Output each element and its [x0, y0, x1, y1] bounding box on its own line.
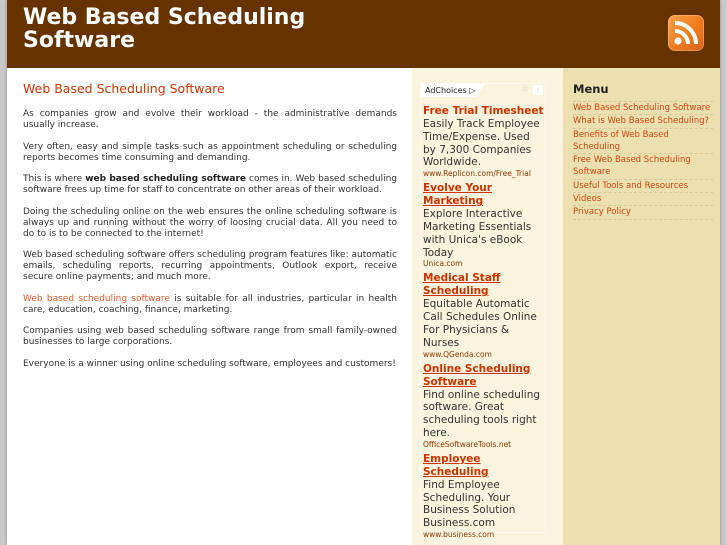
menu-link-videos[interactable]: Videos: [573, 194, 601, 204]
paragraph: Doing the scheduling online on the web e…: [23, 206, 397, 239]
header: Web Based Scheduling Software: [7, 0, 720, 68]
paragraph: Companies using web based scheduling sof…: [23, 326, 397, 347]
adchoices-icon: ▷: [469, 86, 476, 95]
ad-url-link[interactable]: www.business.com: [423, 530, 545, 540]
ad-description: Find Employee Scheduling. Your Business …: [423, 478, 516, 530]
text: This is where: [23, 174, 86, 184]
menu-title: Menu: [573, 82, 609, 96]
ad-settings-icon: ✻: [521, 85, 529, 95]
ad-column: AdChoices ▷ ✻ › Free Trial Timesheet Eas…: [412, 68, 563, 545]
ad-title-link[interactable]: Medical Staff Scheduling: [423, 272, 545, 298]
menu-item: What is Web Based Scheduling?: [573, 114, 713, 127]
sidebar: Menu Web Based Scheduling Software What …: [563, 68, 720, 545]
page-heading: Web Based Scheduling Software: [23, 81, 225, 96]
ad-description: Find online scheduling software. Great s…: [423, 388, 541, 439]
paragraph: This is where web based scheduling softw…: [23, 174, 397, 196]
paragraph: Everyone is a winner using online schedu…: [23, 358, 396, 369]
sidebar-menu: Web Based Scheduling Software What is We…: [573, 101, 713, 220]
ad-description: Equitable Automatic Call Schedules Onlin…: [423, 298, 537, 349]
bold-keyword: web based scheduling software: [85, 174, 247, 184]
adchoices-label: AdChoices: [425, 86, 467, 95]
ad-item: Medical Staff Scheduling Equitable Autom…: [423, 272, 545, 359]
menu-link-what-is-web-based-scheduling[interactable]: What is Web Based Scheduling?: [573, 116, 709, 126]
menu-item: Free Web Based Scheduling Software: [573, 153, 713, 179]
ad-box: AdChoices ▷ ✻ › Free Trial Timesheet Eas…: [420, 83, 546, 539]
menu-link-useful-tools[interactable]: Useful Tools and Resources: [573, 181, 688, 191]
menu-item: Benefits of Web Based Scheduling: [573, 127, 713, 154]
ad-title-link[interactable]: Evolve Your Marketing: [423, 182, 545, 208]
ad-title-link[interactable]: Employee Scheduling: [423, 453, 545, 479]
ad-url-link[interactable]: OfficeSoftwareTools.net: [423, 440, 545, 450]
ad-description: Explore Interactive Marketing Essentials…: [423, 208, 532, 259]
site-title[interactable]: Web Based Scheduling Software: [23, 6, 383, 52]
ad-list: Free Trial Timesheet Easily Track Employ…: [423, 105, 545, 543]
menu-link-privacy-policy[interactable]: Privacy Policy: [573, 207, 631, 217]
ad-close-icon[interactable]: ›: [533, 85, 543, 95]
paragraph: Web based scheduling software is suitabl…: [23, 294, 397, 316]
menu-item: Videos: [573, 192, 713, 205]
menu-item: Useful Tools and Resources: [573, 178, 713, 192]
adchoices-button[interactable]: AdChoices ▷: [421, 84, 485, 97]
inline-link[interactable]: Web based scheduling software: [23, 294, 170, 304]
paragraph: Very often, easy and simple tasks such a…: [23, 141, 397, 163]
ad-url-link[interactable]: www.QGenda.com: [423, 350, 545, 360]
menu-link-benefits[interactable]: Benefits of Web Based Scheduling: [573, 130, 669, 152]
ad-title-link[interactable]: Online Scheduling Software: [423, 363, 545, 389]
ad-description: Easily Track Employee Time/Expense. Used…: [423, 118, 540, 169]
ad-url-link[interactable]: Unica.com: [423, 259, 545, 269]
menu-link-web-based-scheduling-software[interactable]: Web Based Scheduling Software: [573, 103, 710, 113]
menu-item: Web Based Scheduling Software: [573, 101, 713, 114]
menu-item: Privacy Policy: [573, 205, 713, 220]
menu-link-free-software[interactable]: Free Web Based Scheduling Software: [573, 155, 691, 177]
ad-item: Evolve Your Marketing Explore Interactiv…: [423, 182, 545, 269]
ad-title-link[interactable]: Free Trial Timesheet: [423, 105, 545, 118]
paragraph: As companies grow and evolve their workl…: [23, 109, 397, 130]
page: Web Based Scheduling Software Web Based …: [7, 0, 720, 545]
ad-item: Free Trial Timesheet Easily Track Employ…: [423, 105, 545, 179]
ad-item: Online Scheduling Software Find online s…: [423, 363, 545, 450]
adchoices-bar: AdChoices ▷ ✻ ›: [421, 84, 545, 97]
ad-url-link[interactable]: www.Replicon.com/Free_Trial: [423, 169, 545, 179]
ad-item: Employee Scheduling Find Employee Schedu…: [423, 453, 545, 540]
rss-feed-icon[interactable]: [668, 15, 704, 51]
main-content: Web Based Scheduling Software As compani…: [23, 70, 397, 380]
paragraph: Web based scheduling software offers sch…: [23, 250, 397, 282]
